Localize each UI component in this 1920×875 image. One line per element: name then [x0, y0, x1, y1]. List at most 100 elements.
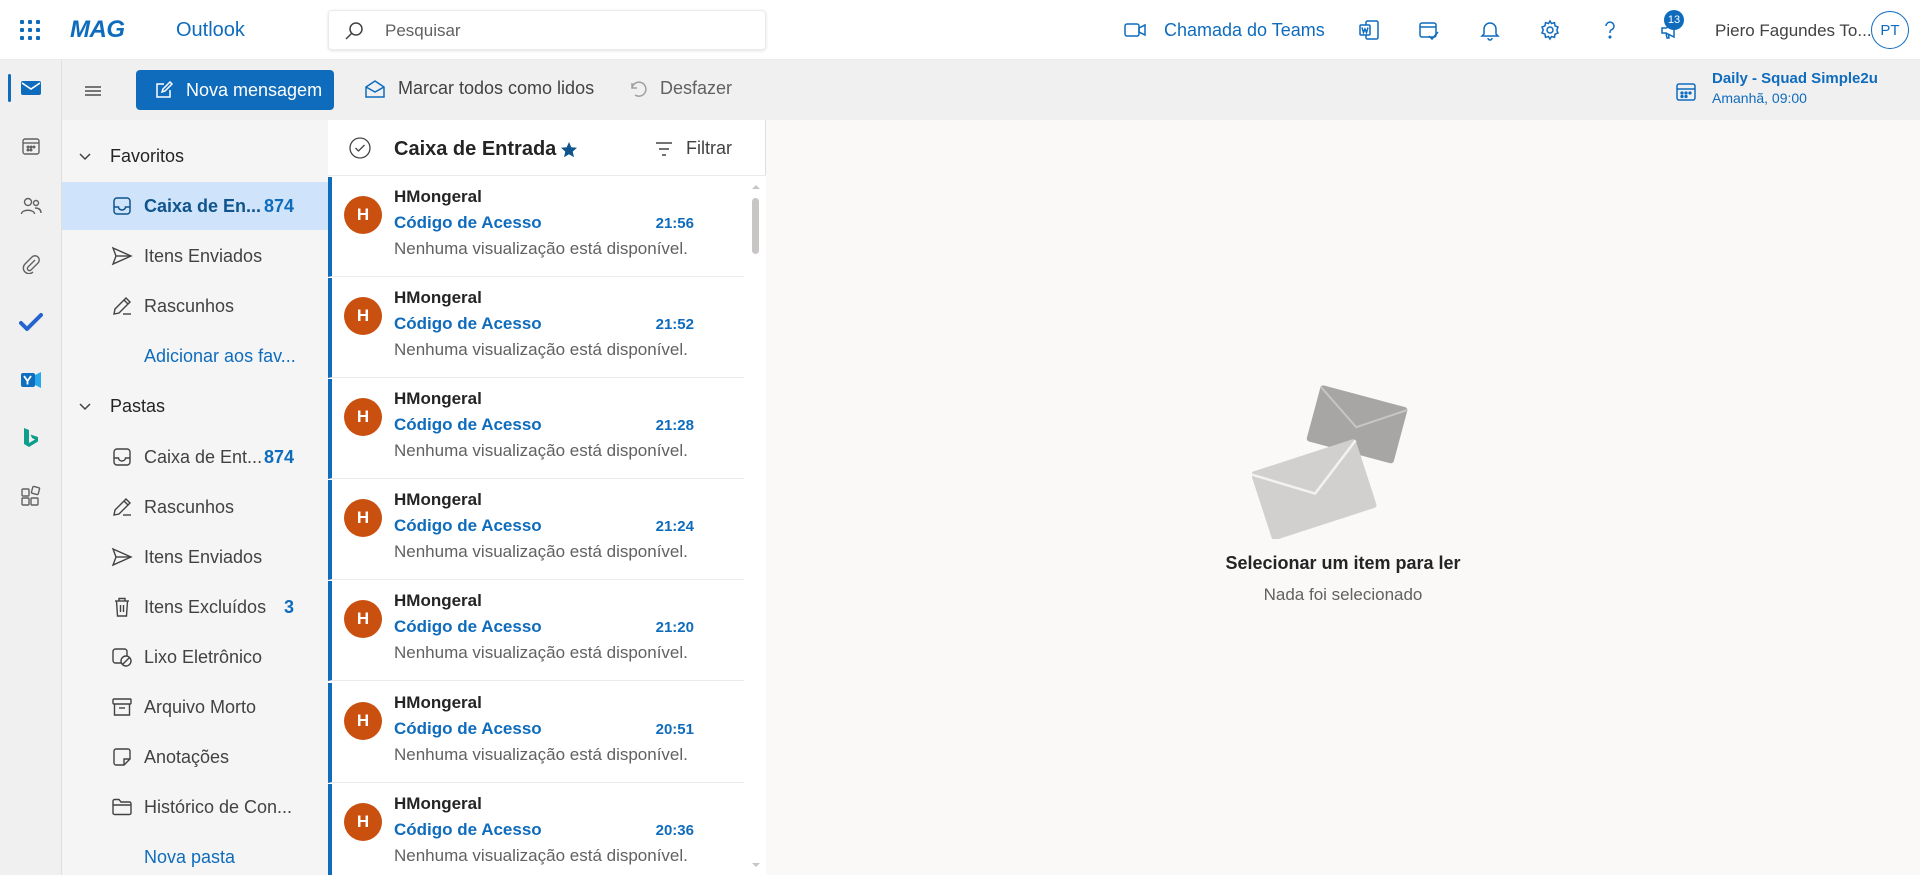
message-subject: Código de Acesso: [394, 617, 542, 636]
message-item[interactable]: H HMongeral Código de Acesso 21:24 Nenhu…: [328, 480, 744, 580]
scroll-down-icon[interactable]: [750, 860, 762, 870]
folder-label: Rascunhos: [144, 295, 235, 316]
sender-avatar: H: [344, 600, 382, 638]
meeting-time: Amanhã, 09:00: [1712, 90, 1807, 106]
sender-avatar: H: [344, 297, 382, 335]
message-list-scrollbar[interactable]: [746, 176, 766, 875]
message-time: 21:56: [655, 215, 694, 232]
filter-button[interactable]: Filtrar: [654, 138, 732, 159]
sender-avatar: H: [344, 702, 382, 740]
favorite-sent-items[interactable]: Itens Enviados: [62, 232, 328, 280]
reading-pane: Selecionar um item para ler Nada foi sel…: [766, 120, 1920, 875]
folder-inbox[interactable]: Caixa de Ent... 874: [62, 433, 328, 481]
calendar-check-icon[interactable]: [1417, 18, 1441, 42]
message-item[interactable]: H HMongeral Código de Acesso 21:56 Nenhu…: [328, 177, 744, 277]
help-icon[interactable]: [1598, 18, 1622, 42]
app-rail: [0, 60, 62, 875]
folder-label: Arquivo Morto: [144, 696, 257, 717]
word-icon[interactable]: [1357, 18, 1381, 42]
rail-people-icon[interactable]: [0, 182, 62, 230]
message-subject: Código de Acesso: [394, 314, 542, 333]
trash-icon: [110, 595, 134, 619]
calendar-icon: [1676, 83, 1696, 101]
new-folder-link[interactable]: Nova pasta: [62, 833, 328, 875]
folder-deleted-items[interactable]: Itens Excluídos 3: [62, 583, 328, 631]
app-name[interactable]: Outlook: [176, 19, 245, 42]
message-preview: Nenhuma visualização está disponível.: [394, 239, 688, 258]
unread-count: 3: [283, 596, 294, 617]
message-subject: Código de Acesso: [394, 820, 542, 839]
folder-label: Itens Enviados: [144, 245, 263, 266]
hamburger-menu-icon[interactable]: [82, 80, 104, 102]
message-sender: HMongeral: [394, 288, 482, 307]
folder-conversation-history[interactable]: Histórico de Con...: [62, 783, 328, 831]
rail-todo-icon[interactable]: [0, 298, 62, 346]
message-preview: Nenhuma visualização está disponível.: [394, 745, 688, 764]
message-item[interactable]: H HMongeral Código de Acesso 21:28 Nenhu…: [328, 379, 744, 479]
message-item[interactable]: H HMongeral Código de Acesso 21:52 Nenhu…: [328, 278, 744, 378]
folders-section-header[interactable]: Pastas: [62, 386, 328, 426]
archive-icon: [110, 695, 134, 719]
folder-drafts[interactable]: Rascunhos: [62, 483, 328, 531]
rail-bing-icon[interactable]: [0, 414, 62, 462]
rail-mail-icon[interactable]: [0, 64, 62, 112]
compose-icon: [156, 80, 174, 98]
folder-sent-items[interactable]: Itens Enviados: [62, 533, 328, 581]
empty-state-title: Selecionar um item para ler: [1225, 553, 1461, 573]
select-all-icon[interactable]: [348, 136, 372, 160]
add-to-favorites-link[interactable]: Adicionar aos fav...: [62, 332, 328, 380]
message-time: 20:51: [655, 721, 694, 738]
folder-label: Anotações: [144, 746, 230, 767]
sender-avatar: H: [344, 398, 382, 436]
folder-junk[interactable]: Lixo Eletrônico: [62, 633, 328, 681]
scroll-up-icon[interactable]: [750, 182, 762, 192]
favorites-section-header[interactable]: Favoritos: [62, 136, 328, 176]
teams-call-label: Chamada do Teams: [1164, 19, 1325, 40]
favorite-star-icon[interactable]: [560, 141, 578, 159]
search-input[interactable]: [385, 19, 745, 43]
mark-all-read-button[interactable]: Marcar todos como lidos: [364, 78, 594, 99]
user-name[interactable]: Piero Fagundes To...: [1715, 21, 1872, 41]
message-sender: HMongeral: [394, 693, 482, 712]
bell-icon[interactable]: [1478, 18, 1502, 42]
folder-archive[interactable]: Arquivo Morto: [62, 683, 328, 731]
command-bar: Nova mensagem Marcar todos como lidos De…: [62, 60, 1920, 120]
unread-count: 874: [263, 446, 294, 467]
folder-notes[interactable]: Anotações: [62, 733, 328, 781]
scroll-thumb[interactable]: [752, 198, 759, 254]
teams-call-button[interactable]: Chamada do Teams: [1124, 18, 1325, 42]
mark-all-read-label: Marcar todos como lidos: [398, 78, 595, 98]
undo-label: Desfazer: [660, 78, 733, 98]
search-box[interactable]: [328, 10, 766, 50]
folder-label: Caixa de En...: [144, 195, 262, 216]
message-sender: HMongeral: [394, 591, 482, 610]
message-item[interactable]: H HMongeral Código de Acesso 20:51 Nenhu…: [328, 683, 744, 783]
rail-calendar-icon[interactable]: [0, 122, 62, 170]
inbox-title: Caixa de Entrada: [394, 138, 557, 160]
favorite-drafts[interactable]: Rascunhos: [62, 282, 328, 330]
favorite-inbox[interactable]: Caixa de En... 874: [62, 182, 328, 230]
meeting-title: Daily - Squad Simple2u: [1712, 70, 1878, 87]
message-preview: Nenhuma visualização está disponível.: [394, 441, 688, 460]
video-camera-icon: [1124, 23, 1146, 37]
sender-avatar: H: [344, 803, 382, 841]
user-avatar[interactable]: PT: [1871, 11, 1909, 49]
brand-logo[interactable]: MAG: [70, 16, 125, 44]
message-preview: Nenhuma visualização está disponível.: [394, 643, 688, 662]
folder-label: Itens Enviados: [144, 546, 263, 567]
new-message-button[interactable]: Nova mensagem: [136, 70, 334, 110]
message-subject: Código de Acesso: [394, 415, 542, 434]
message-preview: Nenhuma visualização está disponível.: [394, 542, 688, 561]
add-to-favorites-label: Adicionar aos fav...: [144, 345, 296, 366]
app-launcher-icon[interactable]: [18, 18, 42, 42]
rail-apps-icon[interactable]: [0, 472, 62, 520]
message-item[interactable]: H HMongeral Código de Acesso 21:20 Nenhu…: [328, 581, 744, 681]
settings-gear-icon[interactable]: [1538, 18, 1562, 42]
message-item[interactable]: H HMongeral Código de Acesso 20:36 Nenhu…: [328, 784, 744, 875]
folder-icon: [110, 795, 134, 819]
undo-button[interactable]: Desfazer: [628, 78, 732, 99]
sender-avatar: H: [344, 196, 382, 234]
search-icon: [345, 22, 363, 40]
rail-attachment-icon[interactable]: [0, 240, 62, 288]
rail-yammer-icon[interactable]: [0, 356, 62, 404]
